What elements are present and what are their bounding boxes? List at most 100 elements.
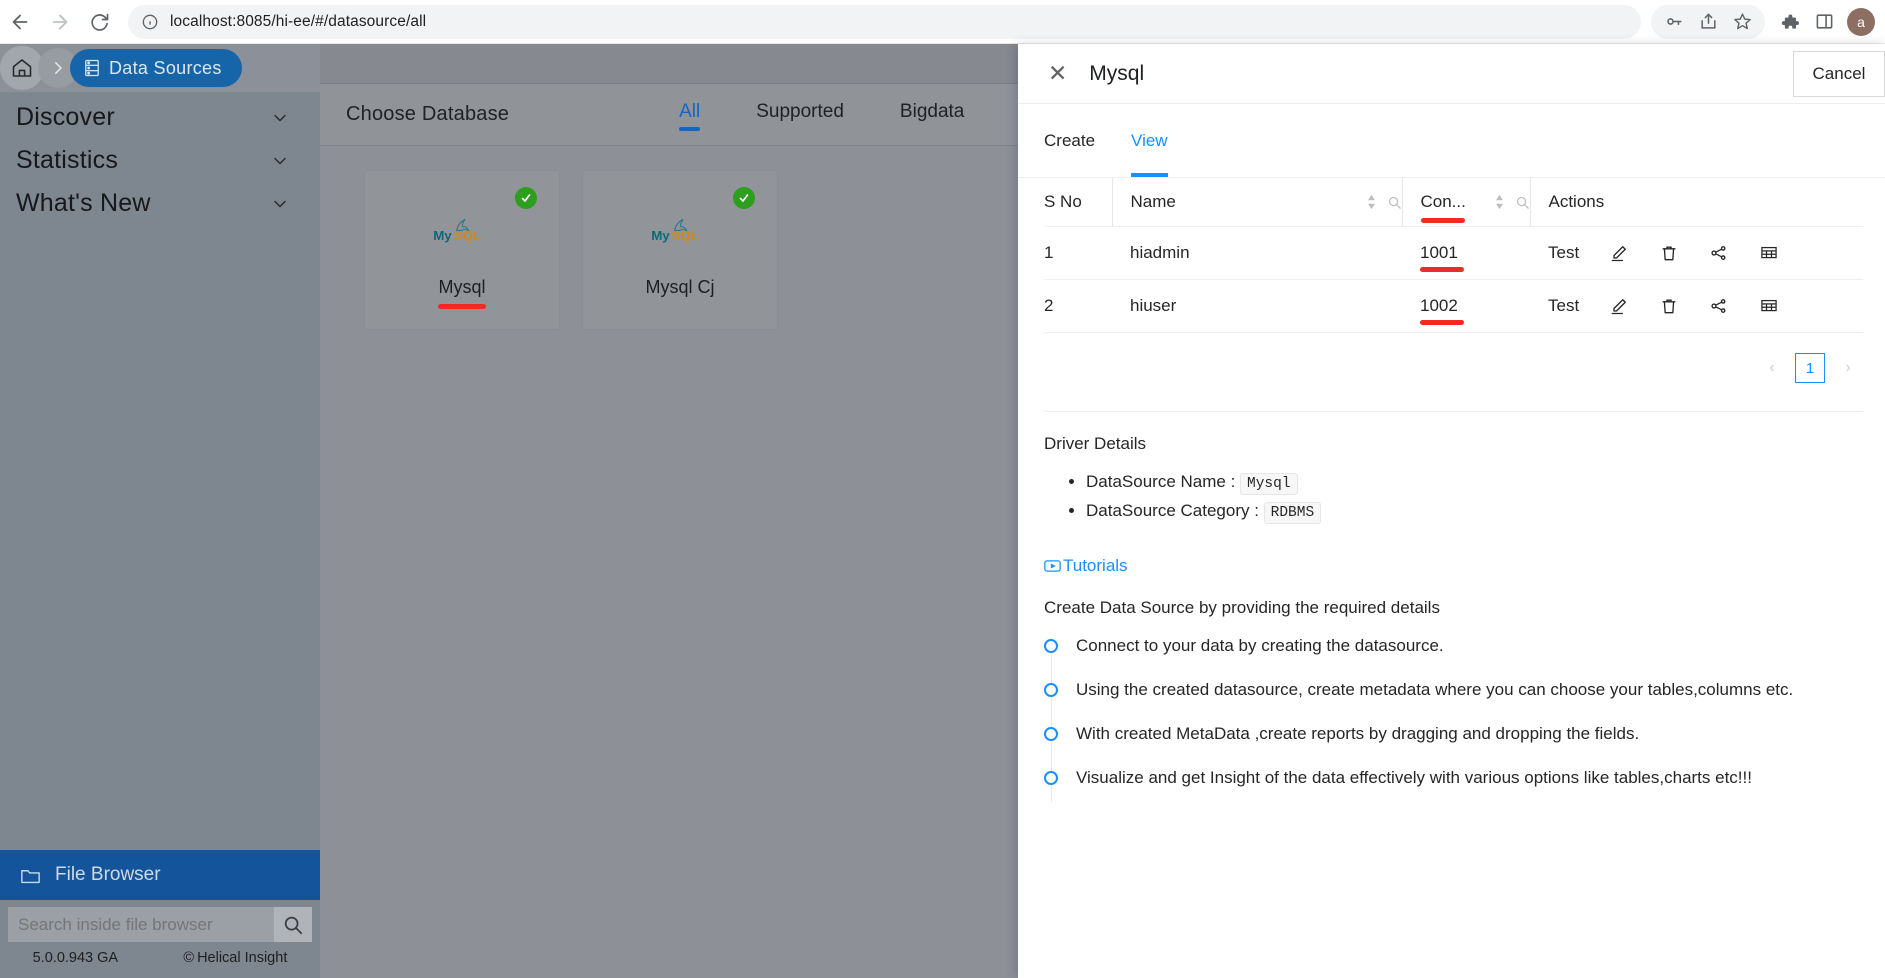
pagination-prev[interactable]: ‹ xyxy=(1757,353,1787,383)
column-label: Actions xyxy=(1548,192,1605,211)
mysql-logo: My SQL xyxy=(648,211,712,251)
column-header-sno[interactable]: S No xyxy=(1044,178,1112,227)
delete-trash-icon[interactable] xyxy=(1659,243,1679,263)
omnibox-action-pill xyxy=(1651,4,1765,39)
database-card-label: Mysql xyxy=(438,276,486,309)
side-panel-icon[interactable] xyxy=(1807,5,1841,39)
avatar[interactable]: a xyxy=(1847,7,1875,36)
table-row[interactable]: 2 hiuser 1002 Test xyxy=(1044,279,1863,333)
driver-details-list: DataSource Name : Mysql DataSource Categ… xyxy=(1086,472,1885,524)
reload-icon[interactable] xyxy=(80,2,120,42)
driver-detail-item: DataSource Category : RDBMS xyxy=(1086,501,1885,524)
tab-bigdata[interactable]: Bigdata xyxy=(900,101,964,128)
detail-value: RDBMS xyxy=(1263,502,1322,524)
share-icon[interactable] xyxy=(1691,5,1725,39)
sidebar: Data Sources Discover Statistics What's … xyxy=(0,44,320,978)
column-label: S No xyxy=(1044,192,1082,211)
pagination: ‹ 1 › xyxy=(1018,333,1885,383)
extensions-puzzle-icon[interactable] xyxy=(1773,5,1807,39)
sidebar-item-discover[interactable]: Discover xyxy=(0,96,320,139)
sidebar-item-statistics[interactable]: Statistics xyxy=(0,139,320,182)
test-link[interactable]: Test xyxy=(1548,296,1579,316)
tab-create[interactable]: Create xyxy=(1044,131,1095,177)
panel-header: ✕ Mysql Cancel xyxy=(1018,44,1885,104)
connection-value: 1002 xyxy=(1420,296,1458,315)
sidebar-item-whats-new[interactable]: What's New xyxy=(0,182,320,225)
step-dot-icon xyxy=(1044,683,1058,697)
video-play-icon xyxy=(1044,559,1061,573)
delete-trash-icon[interactable] xyxy=(1659,296,1679,316)
forward-arrow-icon[interactable] xyxy=(40,2,80,42)
step-dot-icon xyxy=(1044,727,1058,741)
steps-list: Connect to your data by creating the dat… xyxy=(1044,636,1885,812)
highlight-underline xyxy=(1420,320,1464,325)
detail-label: DataSource Category : xyxy=(1086,501,1259,520)
card-name-text: Mysql Cj xyxy=(645,276,715,297)
search-icon[interactable] xyxy=(274,907,312,942)
copyright-icon: © xyxy=(183,950,195,966)
column-header-name[interactable]: Name xyxy=(1111,178,1402,227)
sort-updown-icon[interactable] xyxy=(1494,194,1505,210)
list-item: Using the created datasource, create met… xyxy=(1044,680,1885,724)
file-browser-search[interactable] xyxy=(8,907,312,942)
tab-all[interactable]: All xyxy=(679,101,701,131)
cancel-button[interactable]: Cancel xyxy=(1793,50,1885,97)
tutorials-link[interactable]: Tutorials xyxy=(1018,530,1885,576)
tab-supported[interactable]: Supported xyxy=(756,101,844,128)
check-circle-icon xyxy=(515,187,537,209)
column-label: Name xyxy=(1130,192,1176,211)
close-icon[interactable]: ✕ xyxy=(1048,62,1067,85)
bookmark-star-icon[interactable] xyxy=(1725,5,1759,39)
chevron-down-icon[interactable] xyxy=(270,108,290,128)
browser-actions: a xyxy=(1651,4,1885,39)
chevron-down-icon[interactable] xyxy=(270,194,290,214)
share-nodes-icon[interactable] xyxy=(1709,243,1729,263)
sidebar-item-label: Statistics xyxy=(16,146,119,174)
app-root: Data Sources Discover Statistics What's … xyxy=(0,44,1885,978)
table-row[interactable]: 1 hiadmin 1001 Test xyxy=(1044,226,1863,280)
pagination-page-1[interactable]: 1 xyxy=(1795,353,1825,383)
sidebar-item-label: What's New xyxy=(16,189,151,217)
folder-icon xyxy=(20,866,41,885)
back-arrow-icon[interactable] xyxy=(0,2,40,42)
breadcrumb-item-data-sources[interactable]: Data Sources xyxy=(70,49,242,87)
tab-view[interactable]: View xyxy=(1131,131,1168,177)
highlight-underline xyxy=(1420,267,1464,272)
tutorials-label: Tutorials xyxy=(1063,556,1128,575)
database-card-mysql-cj[interactable]: My SQL Mysql Cj xyxy=(582,170,778,330)
sort-updown-icon[interactable] xyxy=(1366,194,1377,210)
chevron-down-icon[interactable] xyxy=(270,151,290,171)
address-bar[interactable]: localhost:8085/hi-ee/#/datasource/all xyxy=(128,4,1641,39)
url-text: localhost:8085/hi-ee/#/datasource/all xyxy=(170,12,427,30)
highlight-underline xyxy=(1420,218,1465,223)
brand-label: Helical Insight xyxy=(197,950,288,966)
edit-pencil-icon[interactable] xyxy=(1609,296,1629,316)
cell-actions: Test xyxy=(1530,226,1863,280)
datasource-detail-panel: ✕ Mysql Cancel Create View S No Name Con… xyxy=(1018,44,1885,978)
edit-pencil-icon[interactable] xyxy=(1609,243,1629,263)
list-item: With created MetaData ,create reports by… xyxy=(1044,724,1885,768)
password-key-icon[interactable] xyxy=(1657,5,1691,39)
site-info-icon[interactable] xyxy=(142,14,158,30)
table-header-row: S No Name Con... Actions xyxy=(1044,178,1863,227)
brand: © Helical Insight xyxy=(183,950,287,966)
cell-connection: 1001 xyxy=(1402,226,1530,280)
breadcrumb-label: Data Sources xyxy=(109,57,222,78)
connection-value: 1001 xyxy=(1420,243,1458,262)
table-grid-icon[interactable] xyxy=(1759,243,1779,263)
pagination-next[interactable]: › xyxy=(1833,353,1863,383)
table-grid-icon[interactable] xyxy=(1759,296,1779,316)
cell-actions: Test xyxy=(1530,279,1863,333)
test-link[interactable]: Test xyxy=(1548,243,1579,263)
search-icon[interactable] xyxy=(1387,195,1402,210)
step-text: Connect to your data by creating the dat… xyxy=(1076,636,1444,655)
share-nodes-icon[interactable] xyxy=(1709,296,1729,316)
file-browser-button[interactable]: File Browser xyxy=(0,850,320,900)
database-card-label: Mysql Cj xyxy=(645,277,714,298)
search-input[interactable] xyxy=(8,914,274,935)
database-card-mysql[interactable]: My SQL Mysql xyxy=(364,170,560,330)
column-header-connection[interactable]: Con... xyxy=(1401,178,1530,227)
list-item: Connect to your data by creating the dat… xyxy=(1044,636,1885,680)
search-icon[interactable] xyxy=(1515,195,1530,210)
card-name-text: Mysql xyxy=(438,276,486,297)
